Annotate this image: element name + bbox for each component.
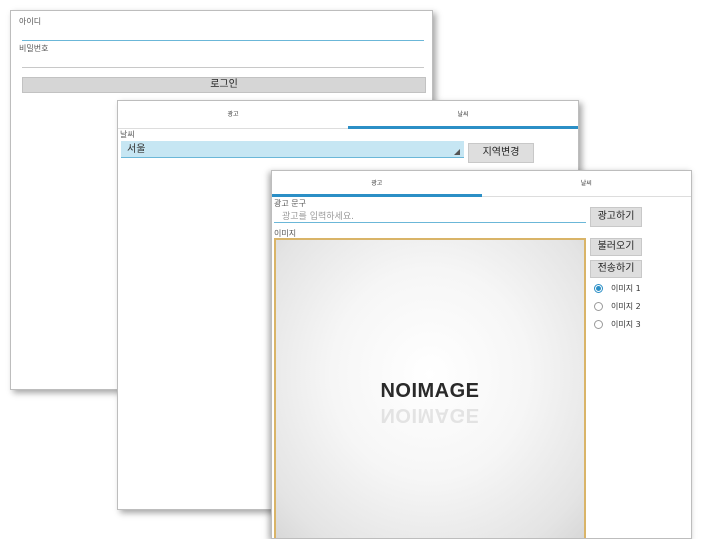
weather-section-label: 날씨 [120,130,135,139]
image-option-label: 이미지 2 [611,302,641,311]
tab-ad[interactable]: 광고 [118,101,348,128]
tab-weather[interactable]: 날씨 [348,101,578,129]
city-value: 서울 [127,144,146,155]
radio-icon[interactable] [594,320,603,329]
ad-text-label: 광고 문구 [274,199,306,208]
send-button[interactable]: 전송하기 [590,260,642,278]
image-option-label: 이미지 3 [611,320,641,329]
noimage-text: NOIMAGE [380,380,480,402]
ad-text-placeholder: 광고를 입력하세요. [282,212,354,222]
tab-bar: 광고 날씨 [118,101,578,129]
tab-bar: 광고 날씨 [272,171,691,197]
noimage-reflection: NOIMAGE [380,404,480,426]
ad-text-input[interactable] [274,222,586,223]
image-option-label: 이미지 1 [611,284,641,293]
ad-window: 광고 날씨 광고 문구 광고를 입력하세요. 광고하기 이미지 NOIMAGE … [271,170,692,539]
radio-icon[interactable] [594,302,603,311]
change-region-button[interactable]: 지역변경 [468,143,534,163]
image-option-1[interactable]: 이미지 1 [594,283,641,294]
dropdown-corner-icon [454,149,460,155]
password-input[interactable] [22,67,424,68]
radio-selected-icon[interactable] [594,284,603,293]
image-option-3[interactable]: 이미지 3 [594,319,641,330]
password-label: 비밀번호 [19,44,49,53]
image-option-2[interactable]: 이미지 2 [594,301,641,312]
tab-weather[interactable]: 날씨 [482,171,692,196]
tab-ad[interactable]: 광고 [272,171,482,197]
advertise-button[interactable]: 광고하기 [590,207,642,227]
image-preview: NOIMAGE NOIMAGE [274,238,586,538]
load-button[interactable]: 불러오기 [590,238,642,256]
id-label: 아이디 [19,17,42,26]
city-select[interactable]: 서울 [121,141,464,158]
id-input[interactable] [22,40,424,41]
login-button[interactable]: 로그인 [22,77,426,93]
